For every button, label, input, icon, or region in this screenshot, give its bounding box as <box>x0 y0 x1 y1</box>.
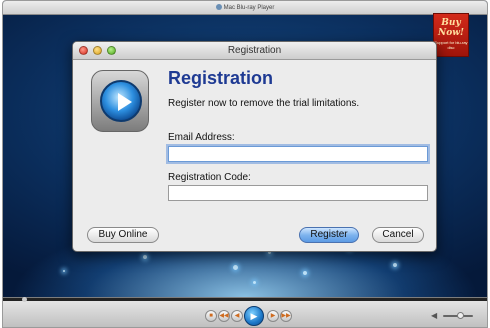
buy-now-badge[interactable]: Buy Now! Support for blu-ray disc <box>433 13 469 57</box>
volume-thumb[interactable] <box>457 312 464 319</box>
app-icon <box>215 4 222 11</box>
rewind-icon[interactable]: ◀◀ <box>218 310 230 322</box>
sparkle <box>303 271 307 275</box>
zoom-button[interactable] <box>107 46 116 55</box>
player-title: Mac Blu-ray Player <box>223 5 275 11</box>
fast-forward-icon[interactable]: ▶▶ <box>280 310 292 322</box>
sparkle <box>233 265 238 270</box>
previous-icon[interactable]: ◀ <box>231 310 243 322</box>
volume-icon: ◀ <box>431 311 438 320</box>
app-logo-icon <box>91 70 149 132</box>
close-button[interactable] <box>79 46 88 55</box>
registration-code-label: Registration Code: <box>168 172 251 183</box>
cancel-button[interactable]: Cancel <box>372 227 424 243</box>
email-label: Email Address: <box>168 132 235 143</box>
disc-icon <box>100 80 142 122</box>
dialog-description: Register now to remove the trial limitat… <box>168 98 360 109</box>
next-icon[interactable]: ▶ <box>267 310 279 322</box>
register-button[interactable]: Register <box>299 227 359 243</box>
sparkle <box>63 270 65 272</box>
buy-online-button[interactable]: Buy Online <box>87 227 159 243</box>
progress-thumb[interactable] <box>22 297 27 302</box>
sparkle <box>253 281 256 284</box>
dialog-titlebar: Registration <box>73 42 436 60</box>
control-bar: ■ ◀◀ ◀ ▶ ▶ ▶▶ ◀ <box>3 297 487 327</box>
stop-icon[interactable]: ■ <box>205 310 217 322</box>
play-icon <box>118 93 132 111</box>
dialog-heading: Registration <box>168 68 274 88</box>
buy-now-subtitle: Support for blu-ray disc <box>434 40 468 50</box>
play-button[interactable]: ▶ <box>244 306 264 326</box>
player-titlebar: Mac Blu-ray Player <box>3 1 487 15</box>
buy-now-title: Buy Now! <box>438 18 464 38</box>
minimize-button[interactable] <box>93 46 102 55</box>
sparkle <box>393 263 397 267</box>
email-field[interactable] <box>168 146 428 162</box>
registration-code-field[interactable] <box>168 185 428 201</box>
registration-dialog: Registration Registration Register now t… <box>72 41 437 252</box>
dialog-title: Registration <box>227 45 282 56</box>
progress-track[interactable] <box>3 297 487 302</box>
sparkle <box>143 255 147 259</box>
